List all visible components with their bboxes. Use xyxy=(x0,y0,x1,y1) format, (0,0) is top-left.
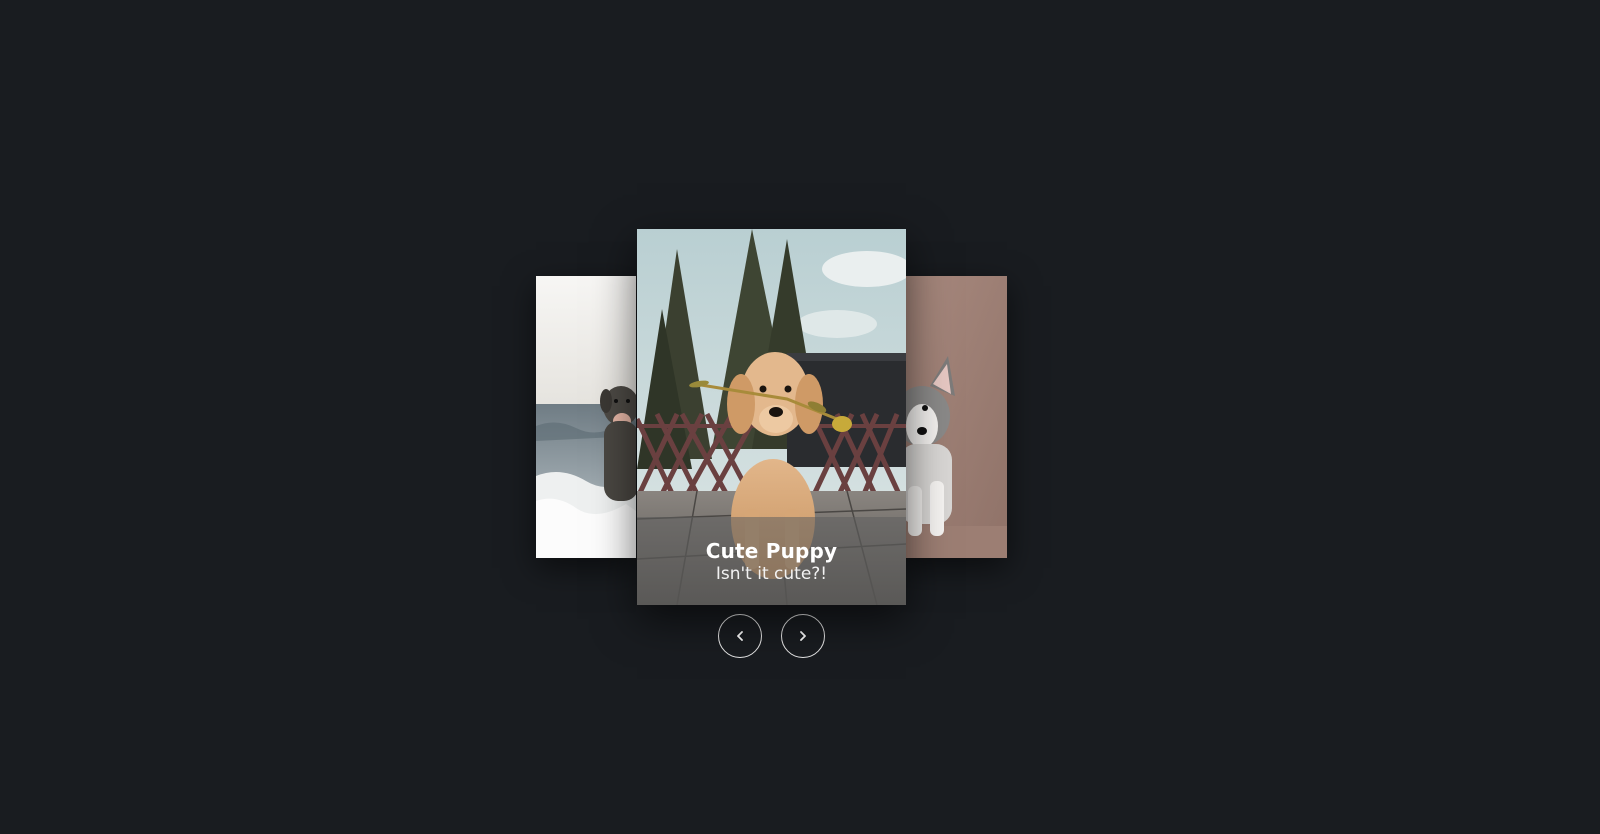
carousel: Cute Puppy Isn't it cute?! xyxy=(0,0,1600,834)
slide-caption: Cute Puppy Isn't it cute?! xyxy=(637,517,906,605)
slide-image-dog-sea xyxy=(536,276,636,558)
chevron-right-icon xyxy=(800,631,806,641)
slide-image-corgi xyxy=(900,276,1007,558)
slide-previous[interactable] xyxy=(536,276,636,558)
next-button[interactable] xyxy=(781,614,825,658)
chevron-left-icon xyxy=(737,631,743,641)
slide-title: Cute Puppy xyxy=(705,539,838,563)
previous-button[interactable] xyxy=(718,614,762,658)
slide-next[interactable] xyxy=(900,276,1007,558)
slide-active[interactable]: Cute Puppy Isn't it cute?! xyxy=(637,229,906,605)
slide-subtitle: Isn't it cute?! xyxy=(715,564,828,584)
